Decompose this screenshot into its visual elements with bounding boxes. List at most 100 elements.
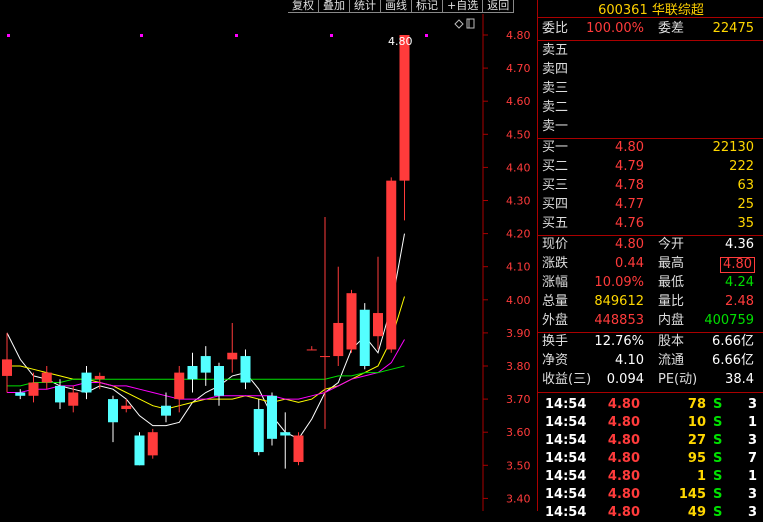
tick-row: 14:54 4.80 95 S 7 [545,450,757,468]
y-tick-label: 3.50 [506,459,531,472]
candle [267,392,277,446]
candle-body [41,372,52,383]
volume-ratio-label: 量比 [658,294,685,309]
low-label: 最低 [658,275,685,290]
add-watchlist-button[interactable]: +自选 [443,0,484,13]
sell-label: 卖五 [542,43,569,58]
order-diff-label: 委差 [658,21,685,36]
candle [108,395,118,443]
restore-right-button[interactable]: 复权 [288,0,319,13]
open-label: 今开 [658,237,685,252]
order-ratio-value: 100.00% [586,21,644,36]
buy-label: 买一 [542,140,569,155]
marker-dot [425,34,428,37]
sell-label: 卖一 [542,119,569,134]
candle-body [253,409,264,453]
statistics-button[interactable]: 统计 [350,0,381,13]
stock-code: 600361 [598,3,648,18]
candle-body [81,372,92,393]
tick-n: 3 [748,397,758,412]
y-tick-label: 3.70 [506,393,531,406]
quote-row-pct: 涨幅 10.09% 最低 4.24 [542,274,763,292]
back-button[interactable]: 返回 [483,0,515,13]
y-tick-label: 4.70 [506,62,531,75]
tick-n: 3 [748,433,758,448]
diamond-icon[interactable] [454,19,464,29]
fund-row-nav: 净资 4.10 流通 6.66亿 [542,352,763,370]
tick-side: S [713,451,723,466]
buy-row-5: 买五 4.76 35 [542,215,763,233]
order-ratio-row: 委比 100.00% 委差 22475 [542,20,763,38]
quote-row-change: 涨跌 0.44 最高 4.80 [542,255,763,273]
kline-chart[interactable]: 4.80 4.70 4.60 4.50 4.40 4.30 4.20 4.10 4.00 3.90… [0,0,537,511]
tick-n: 1 [748,415,758,430]
overlay-button[interactable]: 叠加 [319,0,350,13]
candle [280,412,291,469]
marker-dot [330,34,333,37]
candle [147,428,158,459]
quote-row-outer: 外盘 448853 内盘 400759 [542,312,763,330]
buy-label: 买三 [542,178,569,193]
candle-body [94,375,105,380]
tick-row: 14:54 4.80 10 S 1 [545,414,757,432]
high-label: 最高 [658,256,685,271]
candle [200,346,211,386]
tick-price: 4.80 [607,451,640,466]
turnover-label: 换手 [542,334,569,349]
open-value: 4.36 [725,237,754,252]
pct-label: 涨幅 [542,275,569,290]
mark-button[interactable]: 标记 [412,0,443,13]
candle [399,35,410,221]
buy-row-2: 买二 4.79 222 [542,158,763,176]
candle [359,303,370,370]
candle-body [187,366,198,380]
candle-body [399,35,410,181]
tick-vol: 1 [696,469,706,484]
buy-label: 买四 [542,197,569,212]
draw-line-button[interactable]: 画线 [381,0,412,13]
divider [538,40,763,41]
candle-body [147,432,158,456]
nav-label: 净资 [542,353,569,368]
tick-vol: 49 [687,505,706,520]
candle-body [28,382,39,396]
candle [187,352,198,393]
order-ratio-label: 委比 [542,21,569,36]
buy-row-3: 买三 4.78 63 [542,177,763,195]
marker-dot [235,34,238,37]
top-marker-dots [7,34,428,37]
buy-price: 4.78 [615,178,644,193]
candle [2,332,12,393]
candle [293,432,304,466]
tick-price: 4.80 [607,397,640,412]
candle [333,266,344,366]
candle-body [333,322,344,357]
y-tick-label: 4.60 [506,95,531,108]
fund-row-eps: 收益(三) 0.094 PE(动) 38.4 [542,371,763,389]
tick-n: 3 [748,487,758,502]
tick-time: 14:54 [545,451,587,466]
buy-volume: 222 [729,159,754,174]
float-value: 6.66亿 [712,353,754,368]
candle-body [359,309,370,366]
candle [81,366,92,400]
buy-label: 买二 [542,159,569,174]
sell-row-2: 卖二 [542,99,763,117]
candle-body [227,352,238,360]
candle-body [373,313,383,337]
tick-n: 3 [748,505,758,520]
candle-body [320,356,330,358]
current-price-label: 现价 [542,237,569,252]
candle-body [161,405,171,416]
float-label: 流通 [658,353,685,368]
y-tick-label: 4.10 [506,261,531,274]
candle-body [293,435,304,462]
chart-corner-icons[interactable] [454,18,475,29]
quote-row-price: 现价 4.80 今开 4.36 [542,236,763,254]
candle-body [306,349,317,351]
tick-side: S [713,487,723,502]
window-icon[interactable] [466,18,475,29]
y-tick-label: 4.30 [506,195,531,208]
sell-label: 卖三 [542,81,569,96]
tick-side: S [713,415,723,430]
